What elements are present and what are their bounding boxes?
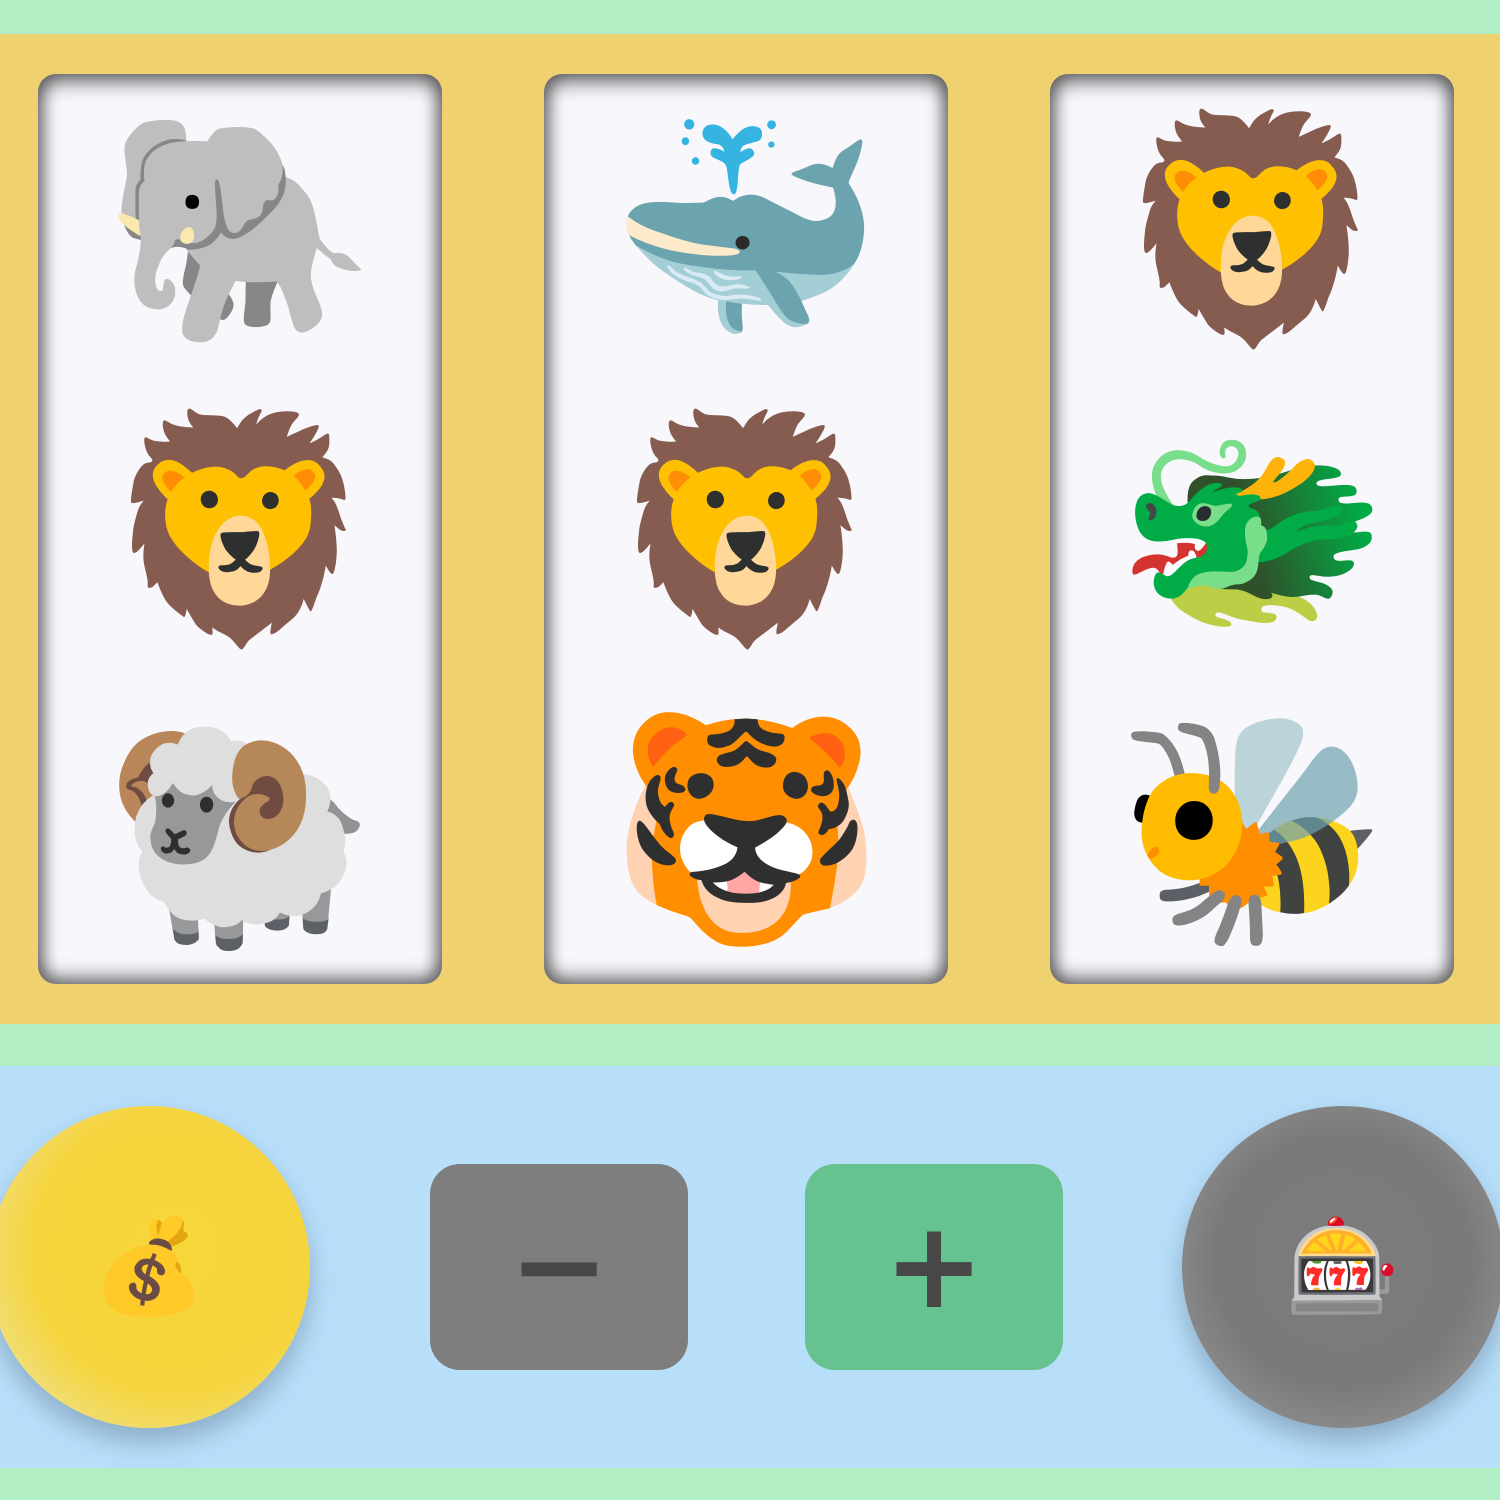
decrease-bet-button[interactable]: − <box>430 1164 688 1370</box>
tiger-icon: 🐯 <box>609 701 883 957</box>
plus-icon: + <box>883 1197 985 1336</box>
lion-icon: 🦁 <box>103 401 377 657</box>
spin-button[interactable]: 🎰 <box>1182 1106 1500 1428</box>
coins-button[interactable]: 💰 <box>0 1106 310 1428</box>
money-bag-icon: 💰 <box>91 1213 207 1320</box>
lion-icon: 🦁 <box>609 401 883 657</box>
reel-3: 🦁 🐲 🐝 <box>1050 74 1454 984</box>
minus-icon: − <box>508 1197 610 1336</box>
dragon-icon: 🐲 <box>1115 401 1389 657</box>
elephant-icon: 🐘 <box>103 101 377 357</box>
slot-board: 🐘 🦁 🐏 🐳 🦁 🐯 🦁 🐲 🐝 <box>0 34 1500 1024</box>
lion-icon: 🦁 <box>1115 101 1389 357</box>
slot-machine-icon: 🎰 <box>1285 1213 1401 1320</box>
bee-icon: 🐝 <box>1115 701 1389 957</box>
control-bar: 💰 − + 🎰 <box>0 1066 1500 1468</box>
slot-machine-screen: 🐘 🦁 🐏 🐳 🦁 🐯 🦁 🐲 🐝 💰 − + 🎰 <box>0 0 1500 1500</box>
whale-icon: 🐳 <box>609 101 883 357</box>
increase-bet-button[interactable]: + <box>805 1164 1063 1370</box>
ram-icon: 🐏 <box>103 701 377 957</box>
reel-2: 🐳 🦁 🐯 <box>544 74 948 984</box>
reel-1: 🐘 🦁 🐏 <box>38 74 442 984</box>
